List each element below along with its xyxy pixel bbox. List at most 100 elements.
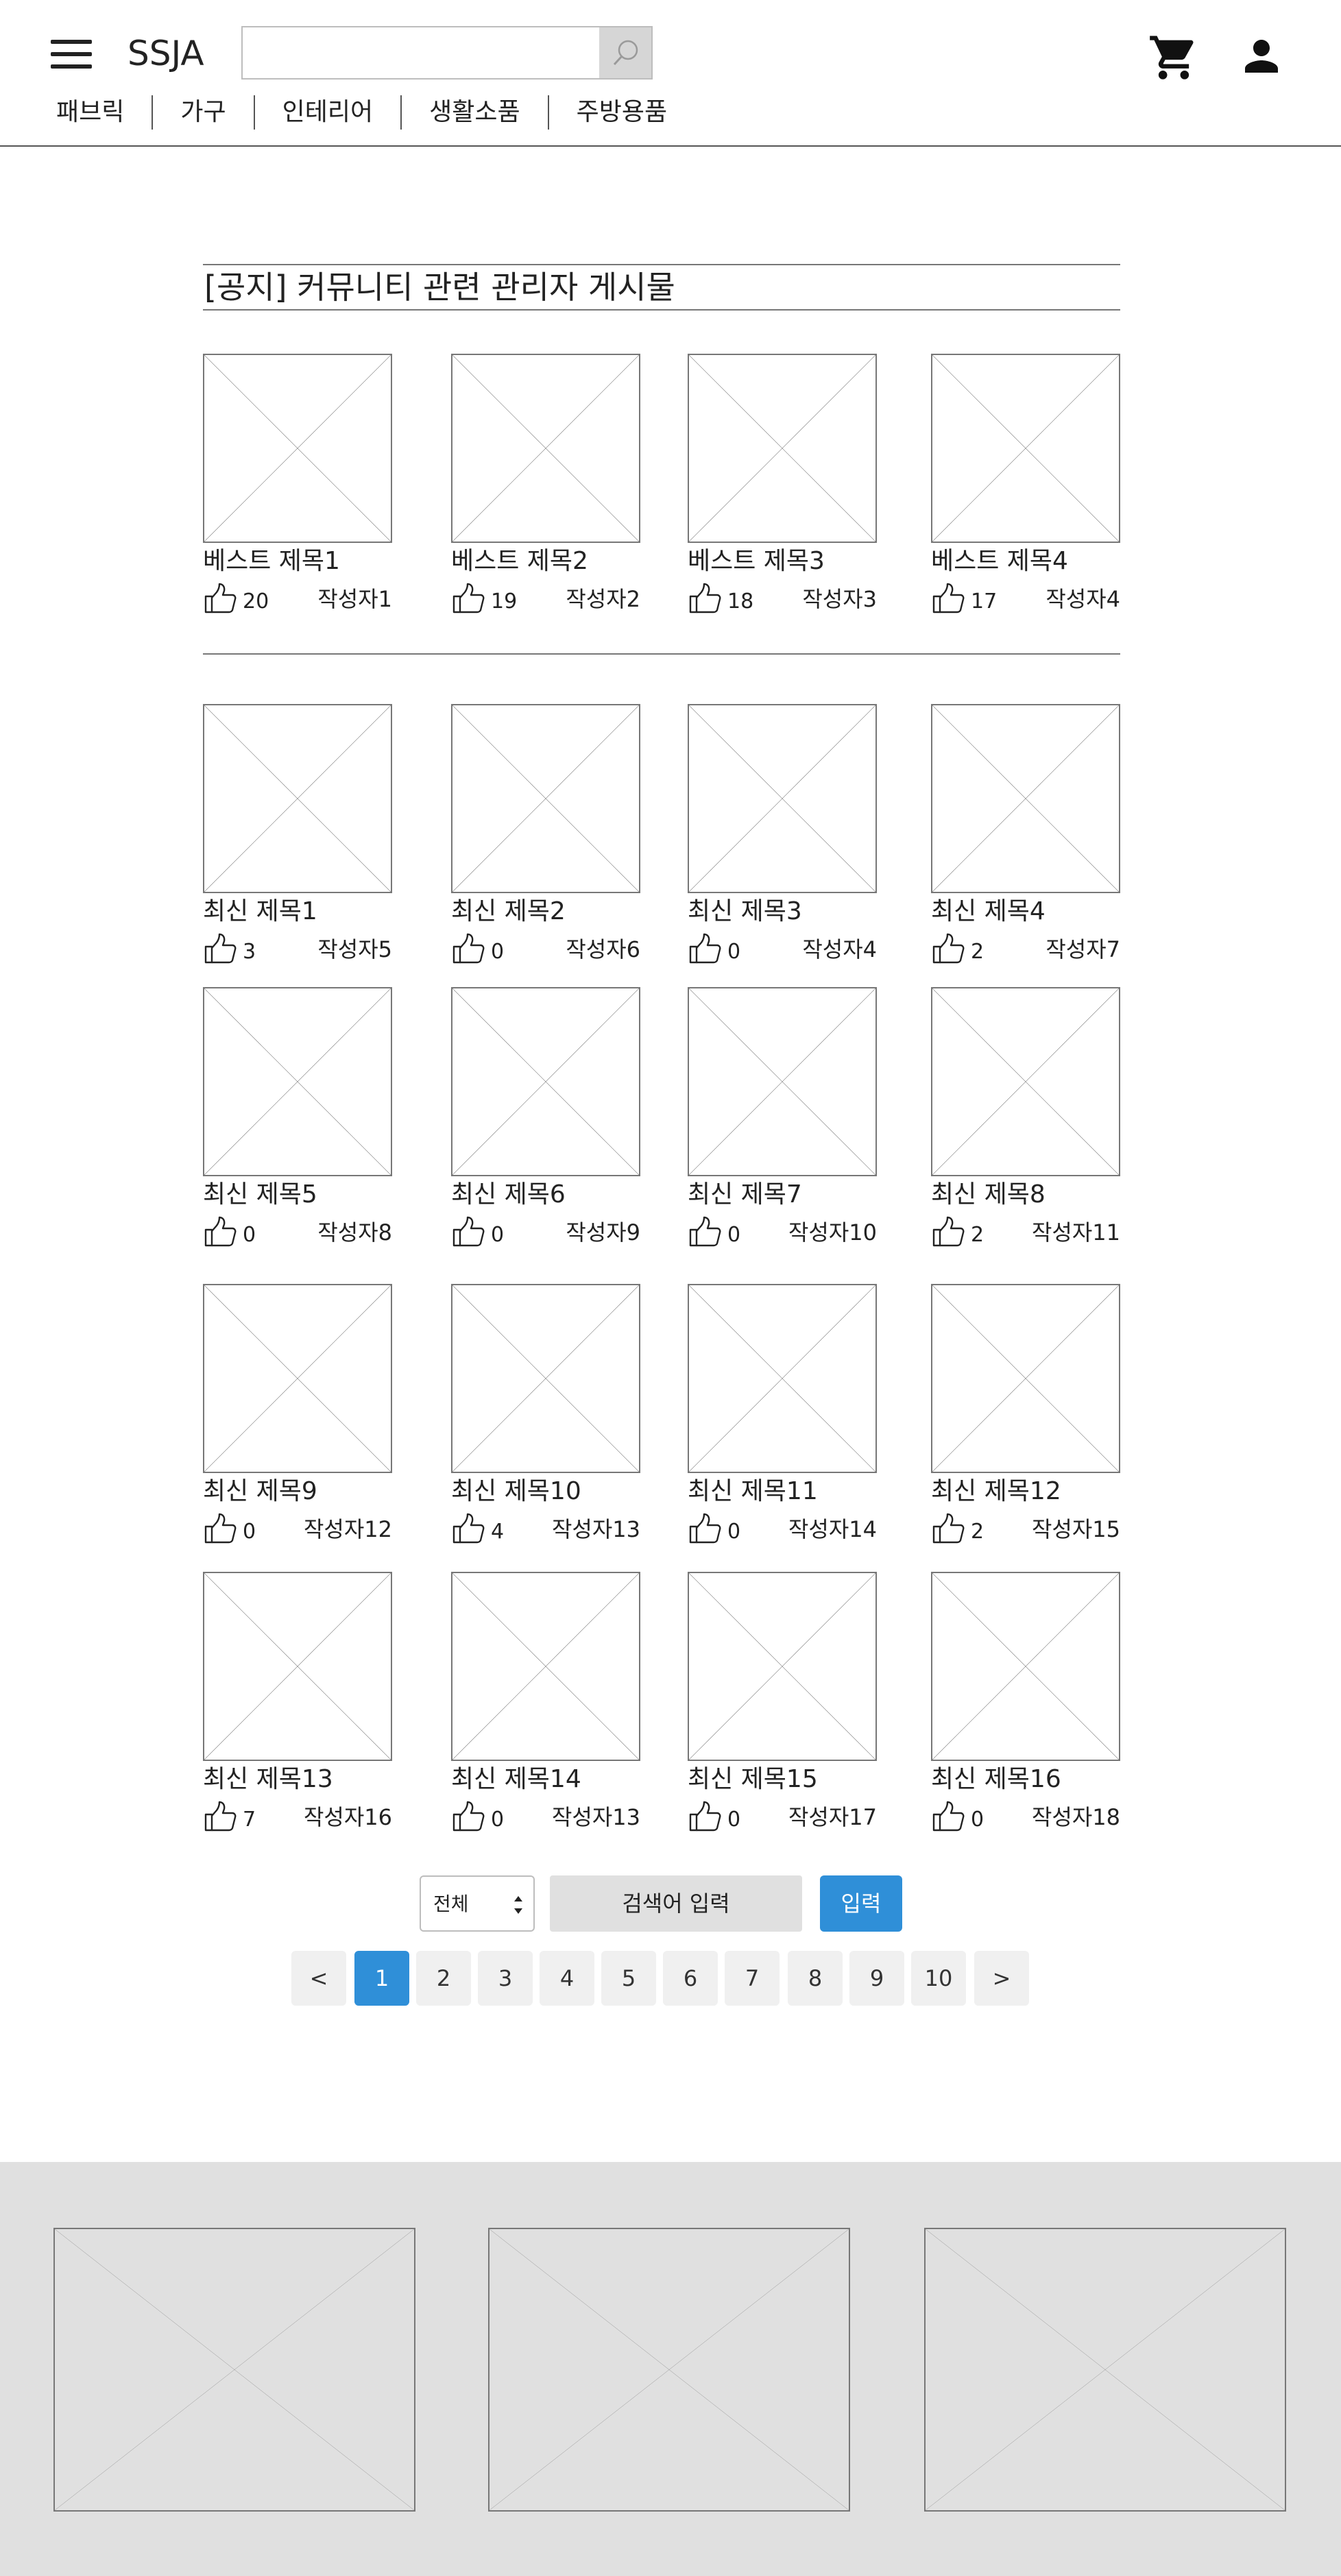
- thumbs-up-icon[interactable]: [203, 933, 237, 964]
- footer-banner-1[interactable]: [53, 2228, 415, 2512]
- post-thumbnail[interactable]: [451, 1284, 640, 1473]
- post-thumbnail[interactable]: [203, 987, 392, 1176]
- post-title[interactable]: 최신 제목8: [931, 1178, 1046, 1212]
- page-2[interactable]: 2: [416, 1951, 471, 2006]
- search-button[interactable]: [599, 27, 651, 78]
- site-logo[interactable]: SSJA: [128, 30, 204, 77]
- search-scope-select[interactable]: 전체: [420, 1875, 535, 1932]
- post-title[interactable]: 베스트 제목4: [931, 544, 1068, 579]
- thumbs-up-icon[interactable]: [451, 933, 485, 964]
- post-thumbnail[interactable]: [451, 987, 640, 1176]
- category-kitchenware[interactable]: 주방용품: [547, 95, 694, 130]
- like-count: 19: [491, 590, 518, 613]
- post-title[interactable]: 최신 제목10: [451, 1474, 581, 1509]
- post-thumbnail[interactable]: [688, 1284, 877, 1473]
- thumbs-up-icon[interactable]: [203, 1216, 237, 1248]
- post-thumbnail[interactable]: [931, 1284, 1120, 1473]
- post-title[interactable]: 베스트 제목3: [688, 544, 825, 579]
- footer-banner-3[interactable]: [924, 2228, 1286, 2512]
- image-placeholder-icon: [452, 988, 639, 1175]
- thumbs-up-icon[interactable]: [203, 583, 237, 614]
- post-title[interactable]: 최신 제목7: [688, 1178, 802, 1212]
- post-thumbnail[interactable]: [688, 987, 877, 1176]
- thumbs-up-icon[interactable]: [451, 1513, 485, 1544]
- thumbs-up-icon[interactable]: [931, 1801, 965, 1832]
- thumbs-up-icon[interactable]: [688, 1216, 722, 1248]
- pagination-prev[interactable]: <: [291, 1951, 346, 2006]
- post-thumbnail[interactable]: [451, 704, 640, 893]
- thumbs-up-icon[interactable]: [688, 1801, 722, 1832]
- notice-post-title[interactable]: [공지] 커뮤니티 관련 관리자 게시물: [203, 264, 1120, 311]
- user-icon[interactable]: [1237, 32, 1286, 81]
- thumbs-up-icon[interactable]: [203, 1801, 237, 1832]
- image-placeholder-icon: [452, 705, 639, 892]
- post-author: 작성자8: [317, 1219, 392, 1246]
- thumbs-up-icon[interactable]: [931, 583, 965, 614]
- like-count: 0: [727, 1808, 741, 1832]
- category-living-goods[interactable]: 생활소품: [400, 95, 547, 130]
- like-count: 0: [491, 1223, 505, 1247]
- post-thumbnail[interactable]: [203, 704, 392, 893]
- post-thumbnail[interactable]: [688, 354, 877, 543]
- post-thumbnail[interactable]: [931, 987, 1120, 1176]
- post-title[interactable]: 베스트 제목2: [451, 544, 588, 579]
- thumbs-up-icon[interactable]: [931, 933, 965, 964]
- post-title[interactable]: 최신 제목16: [931, 1762, 1061, 1797]
- board-search-input[interactable]: 검색어 입력: [550, 1875, 802, 1932]
- post-title[interactable]: 최신 제목12: [931, 1474, 1061, 1509]
- post-meta: 17 작성자4: [931, 583, 1120, 616]
- post-title[interactable]: 최신 제목11: [688, 1474, 818, 1509]
- post-thumbnail[interactable]: [931, 354, 1120, 543]
- board-search-submit-button[interactable]: 입력: [820, 1875, 902, 1932]
- page-3[interactable]: 3: [478, 1951, 533, 2006]
- post-thumbnail[interactable]: [931, 704, 1120, 893]
- post-title[interactable]: 최신 제목9: [203, 1474, 317, 1509]
- post-title[interactable]: 최신 제목6: [451, 1178, 566, 1212]
- post-title[interactable]: 최신 제목4: [931, 895, 1046, 929]
- cart-icon[interactable]: [1146, 32, 1201, 84]
- image-placeholder-icon: [689, 988, 875, 1175]
- category-interior[interactable]: 인테리어: [253, 95, 400, 130]
- thumbs-up-icon[interactable]: [931, 1513, 965, 1544]
- post-thumbnail[interactable]: [203, 1572, 392, 1761]
- category-fabric[interactable]: 패브릭: [41, 95, 152, 130]
- page-6[interactable]: 6: [663, 1951, 718, 2006]
- thumbs-up-icon[interactable]: [931, 1216, 965, 1248]
- hamburger-menu-icon[interactable]: [51, 40, 92, 69]
- post-thumbnail[interactable]: [688, 704, 877, 893]
- category-furniture[interactable]: 가구: [152, 95, 253, 130]
- page-8[interactable]: 8: [788, 1951, 843, 2006]
- post-thumbnail[interactable]: [931, 1572, 1120, 1761]
- thumbs-up-icon[interactable]: [451, 1216, 485, 1248]
- post-title[interactable]: 최신 제목1: [203, 895, 317, 929]
- page-9[interactable]: 9: [849, 1951, 904, 2006]
- post-thumbnail[interactable]: [451, 354, 640, 543]
- post-thumbnail[interactable]: [203, 1284, 392, 1473]
- post-thumbnail[interactable]: [451, 1572, 640, 1761]
- post-title[interactable]: 베스트 제목1: [203, 544, 340, 579]
- thumbs-up-icon[interactable]: [451, 583, 485, 614]
- thumbs-up-icon[interactable]: [688, 933, 722, 964]
- post-title[interactable]: 최신 제목3: [688, 895, 802, 929]
- post-thumbnail[interactable]: [688, 1572, 877, 1761]
- footer-banner-2[interactable]: [488, 2228, 850, 2512]
- post-title[interactable]: 최신 제목14: [451, 1762, 581, 1797]
- site-search-input[interactable]: [243, 27, 599, 78]
- post-author: 작성자4: [1046, 586, 1120, 612]
- page-5[interactable]: 5: [601, 1951, 656, 2006]
- thumbs-up-icon[interactable]: [688, 583, 722, 614]
- page-4[interactable]: 4: [540, 1951, 594, 2006]
- page-7[interactable]: 7: [725, 1951, 780, 2006]
- thumbs-up-icon[interactable]: [203, 1513, 237, 1544]
- pagination-next[interactable]: >: [974, 1951, 1029, 2006]
- post-title[interactable]: 최신 제목13: [203, 1762, 333, 1797]
- post-author: 작성자15: [1031, 1516, 1120, 1542]
- post-thumbnail[interactable]: [203, 354, 392, 543]
- page-10[interactable]: 10: [911, 1951, 966, 2006]
- post-title[interactable]: 최신 제목2: [451, 895, 566, 929]
- post-title[interactable]: 최신 제목15: [688, 1762, 818, 1797]
- thumbs-up-icon[interactable]: [688, 1513, 722, 1544]
- post-title[interactable]: 최신 제목5: [203, 1178, 317, 1212]
- page-1[interactable]: 1: [354, 1951, 409, 2006]
- thumbs-up-icon[interactable]: [451, 1801, 485, 1832]
